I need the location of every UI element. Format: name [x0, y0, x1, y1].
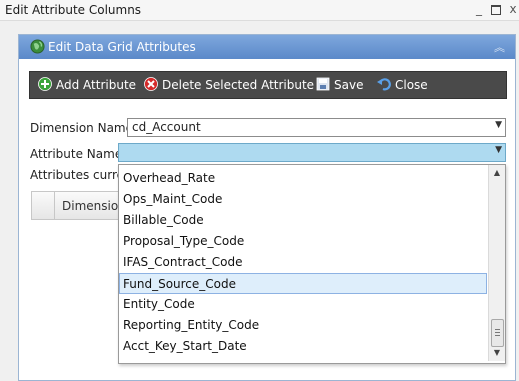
list-item[interactable]: Proposal_Type_Code	[120, 231, 486, 251]
panel-header: Edit Data Grid Attributes ︽	[19, 35, 515, 59]
dropdown-scrollbar[interactable]: ▲ ▼	[488, 165, 505, 361]
window-title: Edit Attribute Columns	[5, 3, 142, 17]
dimension-name-value: cd_Account	[132, 120, 201, 134]
close-label: Close	[395, 78, 428, 92]
delete-icon	[144, 77, 158, 91]
chevron-down-icon[interactable]: ▼	[495, 120, 502, 130]
add-icon	[38, 77, 52, 91]
maximize-icon[interactable]	[489, 3, 503, 15]
grid-select-column[interactable]	[32, 192, 55, 219]
list-item[interactable]: Billable_Code	[120, 210, 486, 230]
scroll-thumb[interactable]	[491, 319, 504, 347]
dimension-name-select[interactable]: cd_Account ▼	[127, 118, 506, 137]
panel-title: Edit Data Grid Attributes	[48, 40, 196, 54]
list-item[interactable]: IFAS_Contract_Code	[120, 252, 486, 272]
list-item[interactable]: Ops_Maint_Code	[120, 189, 486, 209]
globe-icon	[30, 39, 45, 54]
chevron-down-icon[interactable]: ▼	[495, 145, 502, 155]
dimension-name-label: Dimension Name	[30, 121, 134, 135]
undo-close-icon	[377, 78, 391, 91]
save-label: Save	[334, 78, 364, 92]
list-item[interactable]: Reporting_Entity_Code	[120, 315, 486, 335]
add-attribute-label: Add Attribute	[56, 78, 137, 92]
minimize-icon[interactable]: _	[472, 3, 486, 15]
list-item[interactable]: Acct_Key_Start_Date	[120, 336, 486, 356]
list-item-highlighted[interactable]: Fund_Source_Code	[119, 273, 487, 294]
window-title-bar: Edit Attribute Columns _ x	[0, 0, 519, 21]
attribute-name-select[interactable]: ▼	[118, 143, 506, 162]
scroll-down-icon[interactable]: ▼	[489, 345, 505, 361]
close-window-icon[interactable]: x	[506, 3, 519, 15]
attribute-name-label: Attribute Name	[30, 147, 123, 161]
grid-column-header[interactable]: Dimension	[62, 199, 126, 213]
scroll-up-icon[interactable]: ▲	[489, 165, 505, 181]
list-item[interactable]: Entity_Code	[120, 294, 486, 314]
attributes-current-label: Attributes currer	[30, 168, 129, 182]
list-item[interactable]: Overhead_Rate	[120, 168, 486, 188]
collapse-icon[interactable]: ︽	[494, 39, 505, 55]
delete-selected-attribute-label: Delete Selected Attribute	[162, 78, 315, 92]
attribute-dropdown-list: Overhead_Rate Ops_Maint_Code Billable_Co…	[118, 164, 506, 364]
save-icon	[316, 77, 330, 91]
toolbar: Add Attribute Delete Selected Attribute …	[29, 71, 507, 99]
